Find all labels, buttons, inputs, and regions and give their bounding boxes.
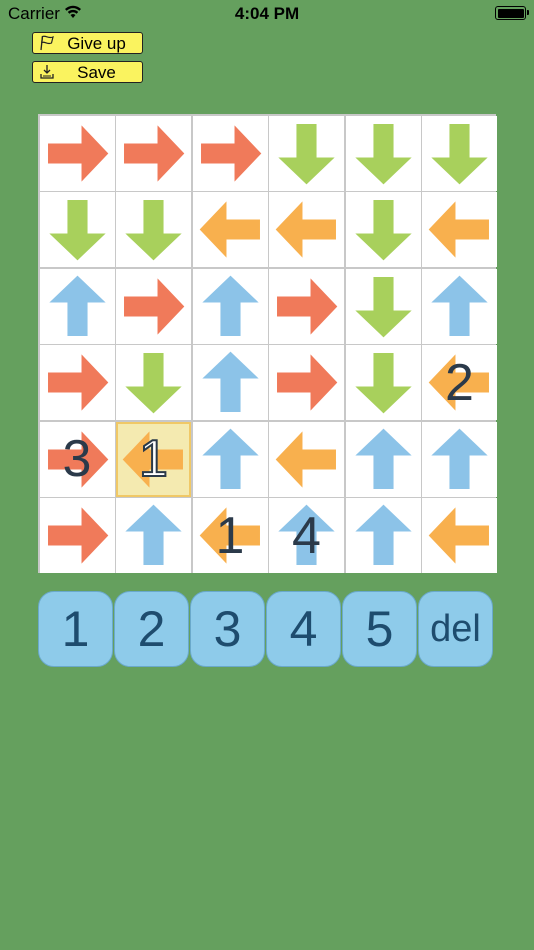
cell-number: 4 — [292, 506, 321, 565]
cell-number — [346, 116, 421, 191]
cell-number — [40, 269, 115, 344]
battery-icon — [495, 6, 529, 20]
board-cell[interactable] — [39, 268, 115, 344]
cell-number — [346, 269, 421, 344]
cell-number — [40, 498, 115, 573]
cell-number — [193, 422, 268, 497]
save-label: Save — [77, 63, 116, 82]
cell-number — [346, 345, 421, 420]
cell-number — [422, 269, 497, 344]
board-cell[interactable] — [116, 345, 191, 420]
clock: 4:04 PM — [234, 4, 300, 23]
flag-icon — [40, 35, 54, 51]
cell-number: 2 — [445, 353, 474, 412]
cell-number — [269, 345, 344, 420]
cell-number — [422, 116, 497, 191]
cell-number — [346, 422, 421, 497]
cell-number — [346, 498, 421, 573]
cell-number — [269, 192, 344, 267]
board-cell[interactable] — [422, 192, 497, 267]
board-cell[interactable] — [192, 421, 268, 497]
board-cell[interactable] — [269, 421, 344, 497]
cell-number — [116, 345, 191, 420]
status-bar: Carrier 4:04 PM — [0, 0, 534, 28]
board-cell[interactable] — [116, 498, 191, 573]
puzzle-board: 23114 — [38, 114, 497, 573]
cell-number — [40, 192, 115, 267]
board-cell[interactable] — [345, 345, 421, 420]
board-cell[interactable] — [116, 115, 191, 191]
number-button-3[interactable]: 3 — [190, 591, 265, 667]
board-cell[interactable] — [345, 498, 421, 573]
board-cell[interactable] — [269, 268, 344, 344]
number-pad: 1 2 3 4 5 del — [38, 591, 496, 667]
cell-number — [116, 498, 191, 573]
board-cell[interactable] — [345, 268, 421, 344]
cell-number — [193, 116, 268, 191]
board-cell[interactable]: 1 — [192, 498, 268, 573]
board-cell[interactable] — [39, 115, 115, 191]
board-cell[interactable] — [345, 115, 421, 191]
board-cell[interactable] — [269, 192, 344, 267]
cell-number — [193, 269, 268, 344]
give-up-label: Give up — [67, 34, 126, 53]
cell-number — [269, 269, 344, 344]
number-button-4[interactable]: 4 — [266, 591, 341, 667]
board-cell[interactable] — [422, 421, 497, 497]
cell-number — [40, 116, 115, 191]
board-cell[interactable]: 1 — [116, 421, 191, 497]
save-button[interactable]: Save — [32, 61, 143, 83]
board-cell[interactable] — [39, 498, 115, 573]
board-cell[interactable] — [269, 345, 344, 420]
board-cell[interactable] — [422, 498, 497, 573]
board-cell[interactable] — [345, 421, 421, 497]
number-button-1[interactable]: 1 — [38, 591, 113, 667]
board-cell[interactable] — [192, 345, 268, 420]
board-cell[interactable] — [192, 192, 268, 267]
board-cell[interactable] — [192, 115, 268, 191]
cell-number: 1 — [138, 430, 169, 488]
cell-number — [422, 422, 497, 497]
cell-number — [116, 269, 191, 344]
board-cell[interactable] — [269, 115, 344, 191]
cell-number: 3 — [62, 430, 92, 488]
cell-number — [40, 345, 115, 420]
board-cell[interactable] — [39, 192, 115, 267]
cell-number — [116, 116, 191, 191]
download-tray-icon — [40, 65, 54, 79]
board-cell[interactable] — [422, 115, 497, 191]
cell-number — [346, 192, 421, 267]
board-cell[interactable] — [39, 345, 115, 420]
give-up-button[interactable]: Give up — [32, 32, 143, 54]
board-cell[interactable] — [422, 268, 497, 344]
cell-number: 1 — [215, 506, 245, 565]
cell-number — [269, 422, 344, 497]
board-cell[interactable] — [345, 192, 421, 267]
board-cell[interactable]: 2 — [422, 345, 497, 420]
cell-number — [422, 498, 497, 573]
delete-button[interactable]: del — [418, 591, 493, 667]
cell-number — [269, 116, 344, 191]
board-cell[interactable]: 4 — [269, 498, 344, 573]
board-cell[interactable]: 3 — [39, 421, 115, 497]
cell-number — [193, 345, 268, 420]
cell-number — [422, 192, 497, 267]
number-button-2[interactable]: 2 — [114, 591, 189, 667]
cell-number — [193, 192, 268, 267]
board-cell[interactable] — [116, 268, 191, 344]
number-button-5[interactable]: 5 — [342, 591, 417, 667]
cell-number — [116, 192, 191, 267]
board-cell[interactable] — [116, 192, 191, 267]
board-cell[interactable] — [192, 268, 268, 344]
